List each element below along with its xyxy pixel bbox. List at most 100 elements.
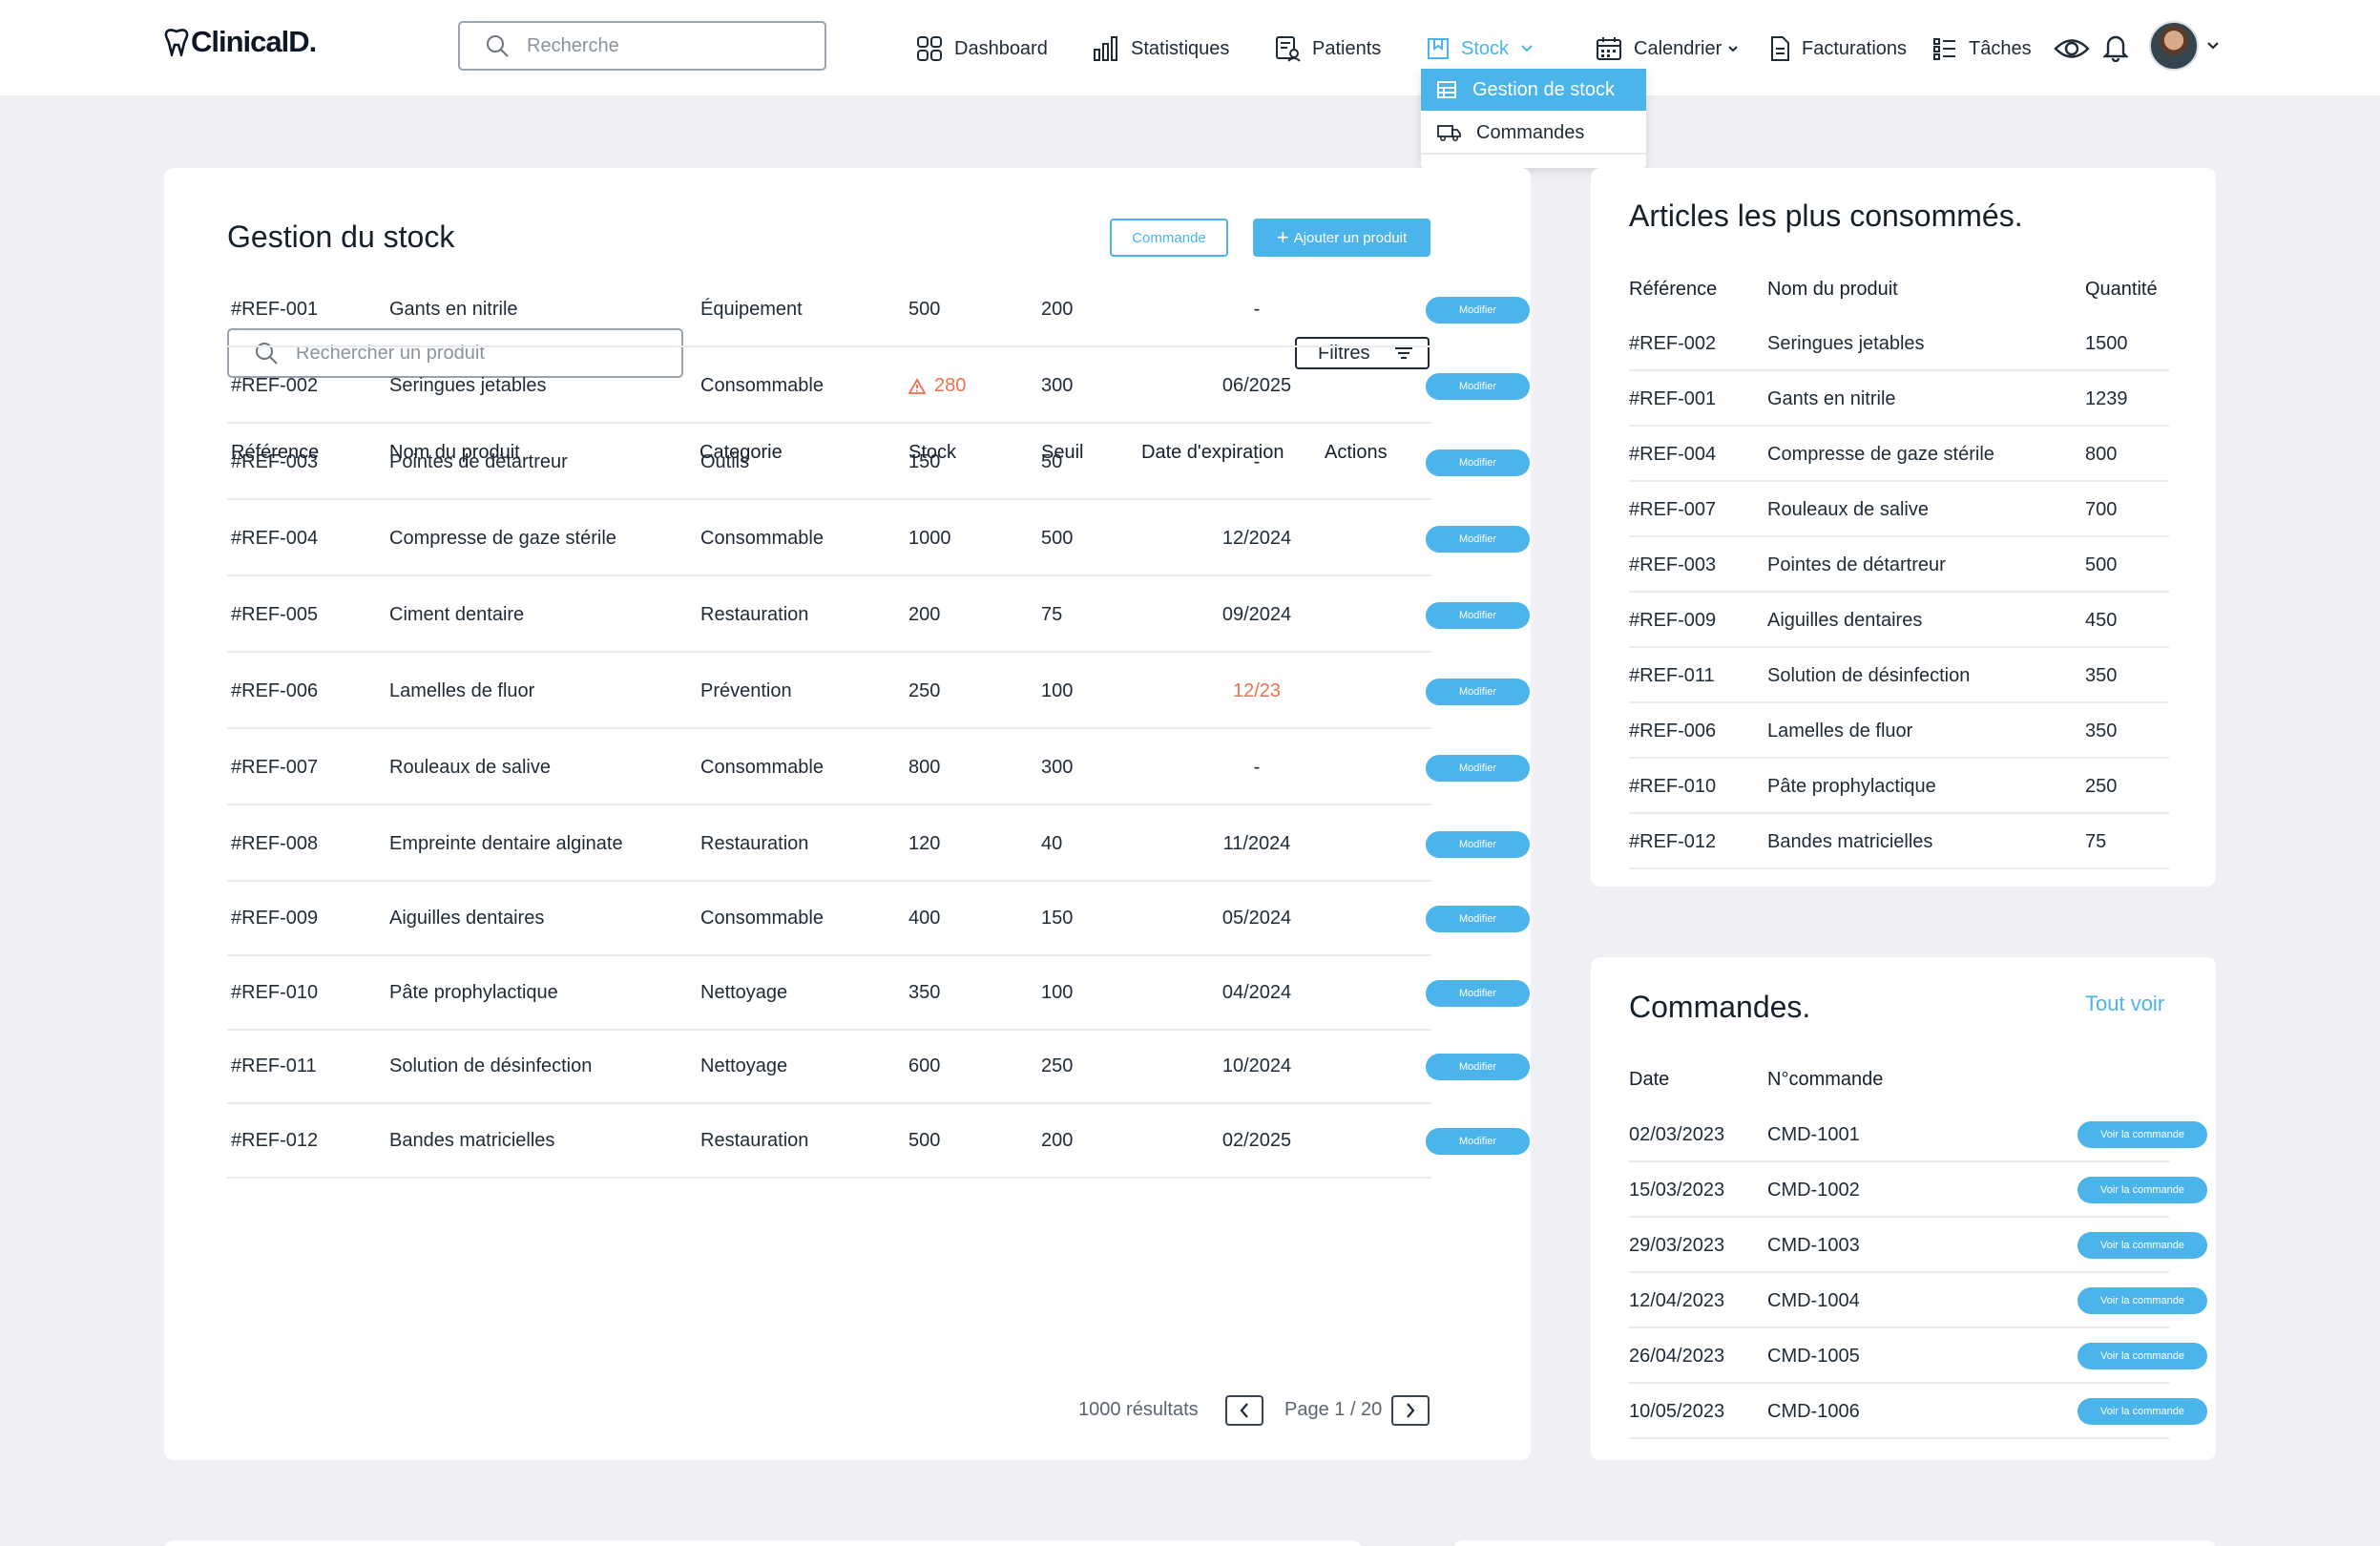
table-row: #REF-009 Aiguilles dentaires 450 [1629, 593, 2169, 648]
order-button[interactable]: Commande [1110, 219, 1228, 257]
nav-statistiques[interactable]: Statistiques [1093, 32, 1229, 65]
cell-stock: 250 [908, 654, 940, 729]
cell-stock-text: 400 [908, 908, 941, 929]
cell-category-text: Nettoyage [700, 1055, 788, 1076]
view-order-button[interactable]: Voir la commande [2077, 1232, 2207, 1259]
cell-product-name: Bandes matricielles [389, 1103, 554, 1179]
edit-button[interactable]: Modifier [1426, 980, 1530, 1007]
cell-category-text: Consommable [700, 757, 824, 778]
table-icon [1437, 81, 1456, 98]
cell-order-number: CMD-1001 [1767, 1123, 1860, 1145]
cell-category: Consommable [700, 881, 824, 956]
edit-button[interactable]: Modifier [1426, 297, 1530, 324]
view-order-button[interactable]: Voir la commande [2077, 1121, 2207, 1148]
menu-item-commandes[interactable]: Commandes [1421, 113, 1646, 155]
cell-category: Nettoyage [700, 955, 787, 1031]
cell-quantity: 700 [2085, 498, 2118, 520]
nav-dashboard[interactable]: Dashboard [916, 32, 1048, 65]
eye-icon[interactable] [2054, 36, 2090, 61]
cell-category: Consommable [700, 348, 824, 424]
nav-patients[interactable]: Patients [1274, 32, 1381, 65]
bell-icon[interactable] [2103, 33, 2128, 62]
column-header-date: Date [1629, 1069, 1670, 1090]
cell-stock-text: 600 [908, 1055, 941, 1076]
view-order-button[interactable]: Voir la commande [2077, 1177, 2207, 1203]
cell-threshold-text: 200 [1041, 299, 1074, 320]
edit-button[interactable]: Modifier [1426, 449, 1530, 476]
previous-page-button[interactable] [1225, 1395, 1263, 1426]
cell-expiry: 04/2024 [1182, 955, 1331, 1031]
chevron-down-icon[interactable] [2206, 41, 2220, 51]
cell-expiry: 06/2025 [1182, 348, 1331, 424]
cell-threshold-text: 40 [1041, 833, 1063, 854]
table-row: #REF-012 Bandes matricielles Restauration 5… [227, 1103, 1431, 1179]
cell-expiry: 12/23 [1182, 654, 1331, 729]
table-row: #REF-011 Solution de désinfection 350 [1629, 648, 2169, 703]
cell-category-text: Consommable [700, 908, 824, 929]
nav-facturations[interactable]: Facturations [1769, 32, 1907, 65]
edit-button[interactable]: Modifier [1426, 679, 1530, 705]
table-row: 10/05/2023 CMD-1006 Voir la commande [1629, 1384, 2207, 1439]
menu-item-gestion-de-stock[interactable]: Gestion de stock [1421, 69, 1646, 111]
cell-expiry: 11/2024 [1182, 806, 1331, 882]
table-row: #REF-003 Pointes de détartreur 500 [1629, 537, 2169, 593]
global-search[interactable] [458, 21, 826, 71]
cell-product-name: Solution de désinfection [1767, 664, 1971, 686]
edit-button[interactable]: Modifier [1426, 1054, 1530, 1080]
cell-product-name: Rouleaux de salive [1767, 498, 1929, 520]
cell-reference: #REF-007 [1629, 498, 1717, 520]
edit-button[interactable]: Modifier [1426, 373, 1530, 400]
nav-label: Facturations [1802, 37, 1908, 59]
nav-label: Statistiques [1131, 37, 1230, 59]
cell-product-name: Compresse de gaze stérile [1767, 443, 1994, 465]
table-row: #REF-011 Solution de désinfection Nettoyag… [227, 1029, 1431, 1104]
cell-reference-text: #REF-011 [231, 1055, 317, 1076]
table-row: #REF-010 Pâte prophylactique 250 [1629, 759, 2169, 814]
edit-button[interactable]: Modifier [1426, 755, 1530, 782]
edit-button[interactable]: Modifier [1426, 1128, 1530, 1155]
nav-calendrier[interactable]: Calendrier [1596, 32, 1739, 65]
view-order-button[interactable]: Voir la commande [2077, 1287, 2207, 1314]
nav-stock[interactable]: Stock [1427, 32, 1534, 65]
cell-reference: #REF-001 [1629, 387, 1717, 409]
cell-expiry-text: 02/2025 [1221, 1130, 1292, 1151]
view-order-button[interactable]: Voir la commande [2077, 1398, 2207, 1425]
orders-title: Commandes. [1629, 990, 1811, 1024]
cell-product-name-text: Solution de désinfection [389, 1055, 593, 1076]
cell-expiry: 10/2024 [1182, 1029, 1331, 1104]
nav-taches[interactable]: Tâches [1932, 32, 2032, 65]
cell-reference: #REF-010 [1629, 775, 1717, 797]
global-search-input[interactable] [527, 34, 813, 57]
cell-threshold-text: 100 [1041, 982, 1074, 1003]
next-page-button[interactable] [1391, 1395, 1430, 1426]
edit-button[interactable]: Modifier [1426, 831, 1530, 858]
chevron-down-icon [1728, 45, 1738, 52]
cell-stock-text: 150 [908, 451, 941, 472]
cell-stock-text: 800 [908, 757, 941, 778]
edit-button[interactable]: Modifier [1426, 526, 1530, 553]
cell-product-name-text: Ciment dentaire [389, 604, 525, 625]
table-row: #REF-008 Empreinte dentaire alginate Resta… [227, 806, 1431, 882]
cell-category: Restauration [700, 806, 808, 882]
edit-button[interactable]: Modifier [1426, 906, 1530, 932]
avatar[interactable] [2149, 21, 2199, 71]
cell-threshold: 500 [1041, 501, 1073, 576]
cell-product-name: Gants en nitrile [389, 272, 518, 347]
view-order-button[interactable]: Voir la commande [2077, 1343, 2207, 1369]
logo[interactable]: ClinicalD. [164, 25, 317, 59]
add-product-button[interactable]: + Ajouter un produit [1253, 219, 1430, 257]
cell-stock-text: 200 [908, 604, 941, 625]
nav-label: Stock [1461, 37, 1510, 59]
nav-label: Calendrier [1634, 37, 1722, 59]
see-all-orders-link[interactable]: Tout voir [2085, 992, 2164, 1016]
edit-button[interactable]: Modifier [1426, 602, 1530, 629]
cell-product-name: Empreinte dentaire alginate [389, 806, 623, 882]
cell-reference: #REF-006 [231, 654, 318, 729]
cell-stock: 500 [908, 1103, 940, 1179]
cell-threshold: 100 [1041, 955, 1073, 1031]
cell-expiry-text: 05/2024 [1221, 908, 1292, 929]
cell-product-name: Compresse de gaze stérile [389, 501, 616, 576]
cell-reference: #REF-008 [231, 806, 318, 882]
cell-quantity: 350 [2085, 720, 2118, 742]
menu-item-label: Commandes [1476, 121, 1585, 143]
